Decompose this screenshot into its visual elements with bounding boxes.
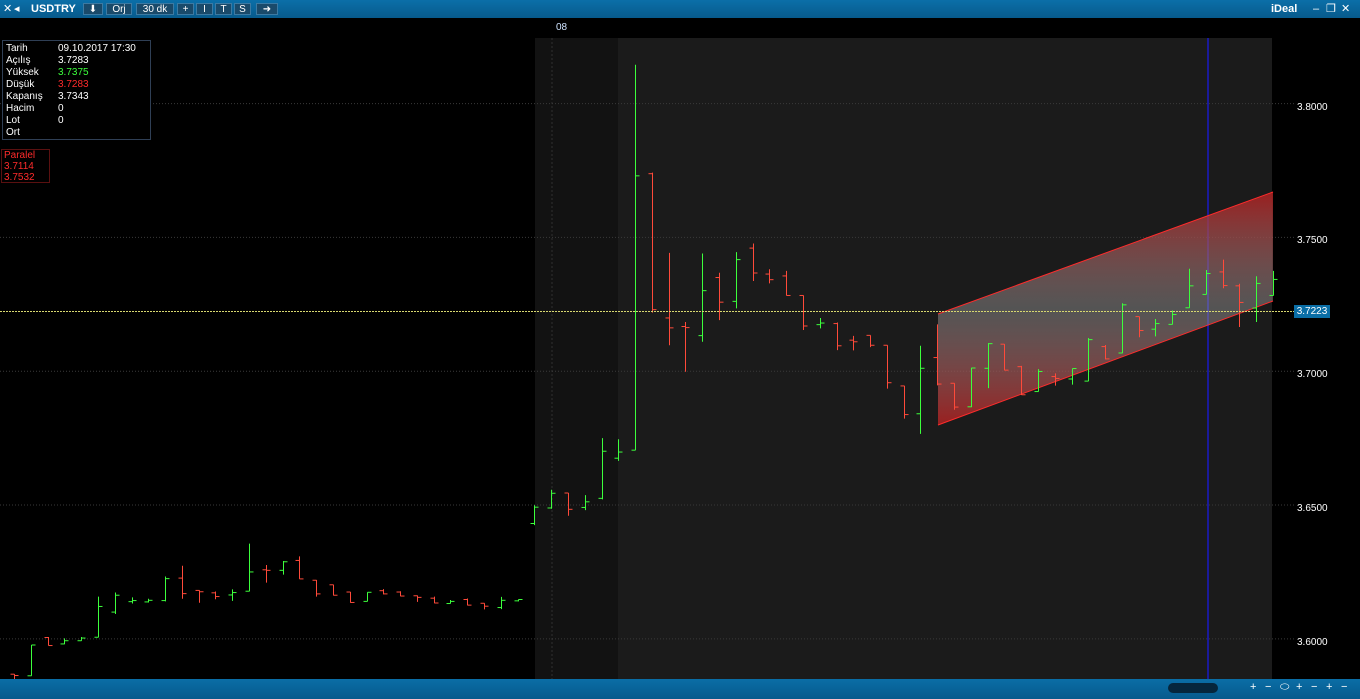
info-row: Lot 0: [6, 115, 64, 126]
remove-icon[interactable]: −: [1311, 681, 1317, 693]
session-band-1: [535, 38, 618, 679]
ohlc-bar: [27, 644, 36, 677]
info-row: Düşük 3.7283: [6, 79, 89, 90]
ohlc-bar: [480, 602, 489, 610]
price-tick: 3.7000: [1297, 369, 1328, 381]
info-row: Ort: [6, 127, 20, 138]
fit-icon[interactable]: ⬭: [1280, 681, 1289, 694]
ohlc-bar: [144, 598, 153, 603]
info-row: Hacim 0: [6, 103, 64, 114]
info-row: Yüksek 3.7375: [6, 67, 89, 78]
bottom-bar: + − ⬭ + − + −: [0, 679, 1360, 699]
ohlc-bar: [413, 595, 422, 602]
info-row: Açılış 3.7283: [6, 55, 89, 66]
day-label: 08: [556, 22, 568, 33]
price-tick: 3.7500: [1297, 235, 1328, 247]
current-price-badge: 3.7223: [1294, 304, 1330, 318]
channel-info-panel[interactable]: Paralel 3.7114 3.7532: [1, 149, 50, 183]
ohlc-bar: [363, 591, 372, 602]
price-chart[interactable]: [0, 0, 1360, 699]
ohlc-bar: [245, 543, 254, 592]
remove-panel-icon[interactable]: −: [1341, 681, 1347, 693]
ohlc-bar: [211, 591, 220, 600]
ohlc-bar: [161, 576, 170, 602]
ohlc-bar: [128, 597, 137, 604]
add-icon[interactable]: +: [1296, 681, 1302, 693]
ohlc-bar: [178, 565, 187, 599]
ohlc-bar: [379, 589, 388, 595]
zoom-out-icon[interactable]: −: [1265, 681, 1271, 693]
time-axis: 08: [0, 18, 1295, 38]
ohlc-bar: [346, 591, 355, 603]
channel-upper-value: 3.7532: [4, 172, 35, 183]
zoom-in-icon[interactable]: +: [1250, 681, 1256, 693]
ohlc-bar: [295, 556, 304, 580]
channel-lower-value: 3.7114: [4, 161, 34, 172]
ohlc-bar: [430, 596, 439, 604]
ohlc-bar: [279, 560, 288, 575]
info-row: Kapanış 3.7343: [6, 91, 89, 102]
ohlc-info-panel: Tarih 09.10.2017 17:30 Açılış 3.7283 Yükse…: [2, 40, 151, 140]
price-tick: 3.6500: [1297, 503, 1328, 515]
price-tick: 3.8000: [1297, 101, 1328, 113]
ohlc-bar: [396, 591, 405, 597]
price-tick: 3.6000: [1297, 636, 1328, 648]
ohlc-bar: [463, 598, 472, 606]
ohlc-bar: [228, 589, 237, 601]
ohlc-bar: [312, 579, 321, 597]
ohlc-bar: [514, 599, 523, 602]
ohlc-bar: [446, 600, 455, 605]
ohlc-bar: [111, 592, 120, 614]
ohlc-bar: [94, 596, 103, 638]
add-panel-icon[interactable]: +: [1326, 681, 1332, 693]
ohlc-bar: [497, 596, 506, 610]
scrollbar-thumb[interactable]: [1168, 683, 1218, 693]
ohlc-bar: [329, 584, 338, 596]
ohlc-bar: [60, 638, 69, 645]
ohlc-bar: [262, 564, 271, 583]
ohlc-bar: [44, 636, 53, 647]
ohlc-bar: [195, 589, 204, 603]
info-row: Tarih 09.10.2017 17:30: [6, 43, 136, 54]
channel-title: Paralel: [4, 150, 36, 161]
